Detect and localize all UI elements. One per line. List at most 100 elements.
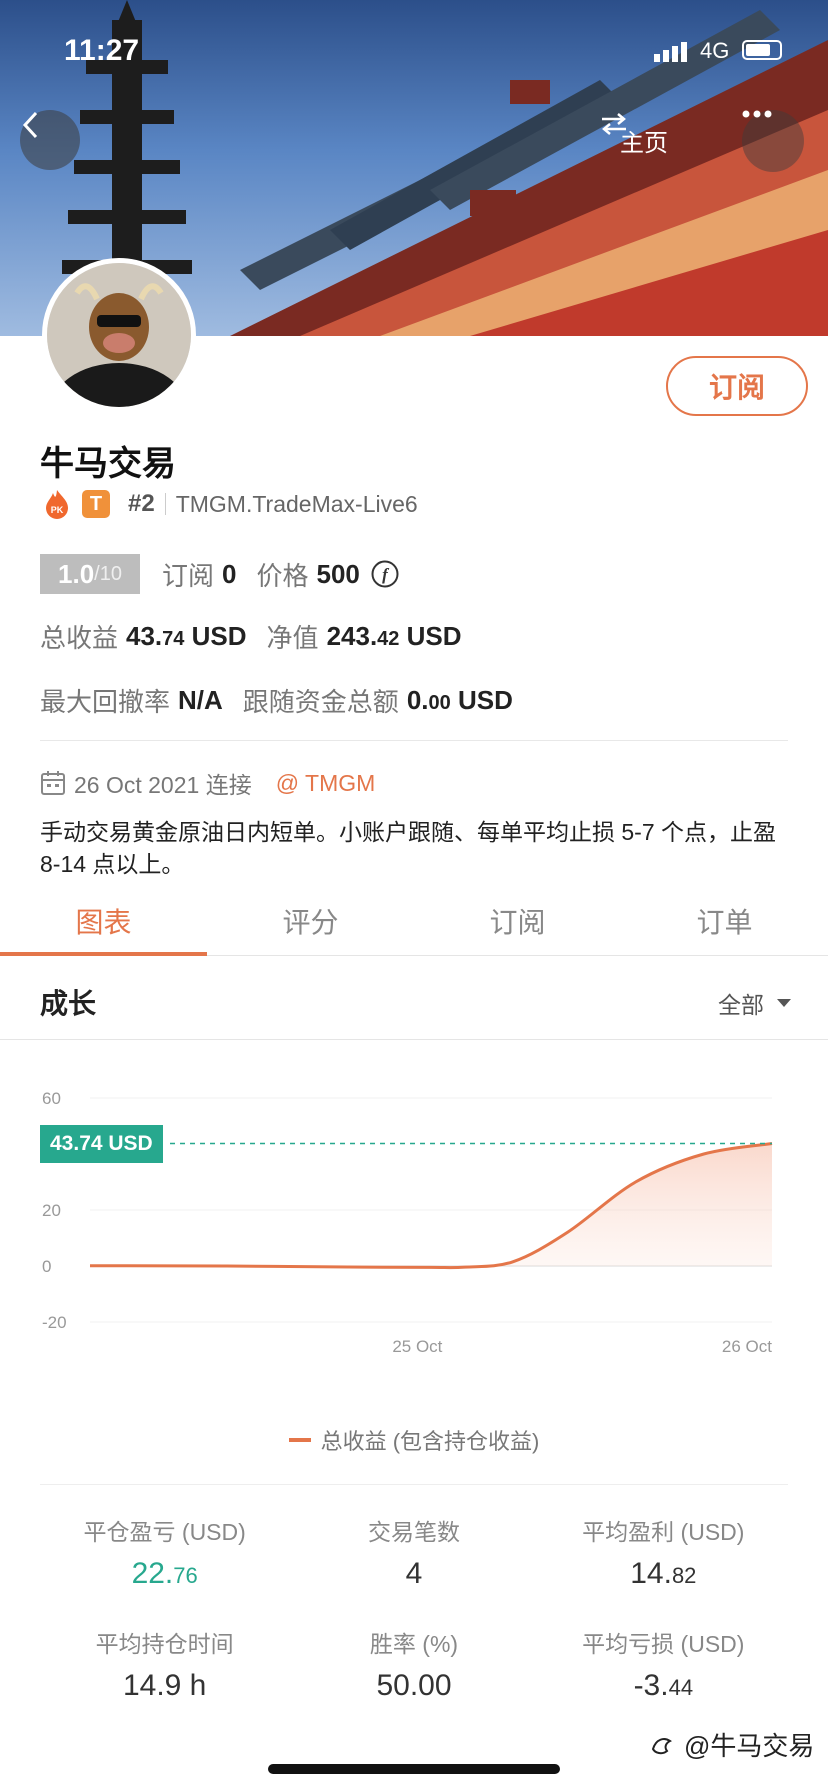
series-area bbox=[90, 1143, 772, 1268]
stats-grid: 平仓盈亏 (USD) 22.76 交易笔数 4 平均盈利 (USD) 14.82 平均持仓时… bbox=[40, 1513, 788, 1703]
stat-value-int: -3. bbox=[633, 1669, 669, 1702]
drawdown-label: 最大回撤率 bbox=[40, 687, 171, 717]
stat-value-dec: 44 bbox=[668, 1675, 694, 1700]
more-button[interactable] bbox=[742, 110, 804, 172]
avatar[interactable] bbox=[42, 258, 196, 412]
equity-label: 净值 bbox=[266, 623, 319, 653]
x-tick-label: 25 Oct bbox=[392, 1337, 442, 1356]
value-tooltip: 43.74 USD bbox=[40, 1124, 163, 1163]
equity-unit: USD bbox=[399, 621, 462, 651]
stats-panel: 平仓盈亏 (USD) 22.76 交易笔数 4 平均盈利 (USD) 14.82 平均持仓时… bbox=[40, 1484, 788, 1703]
pk-fire-icon: PK bbox=[46, 490, 68, 519]
y-tick-label: 0 bbox=[42, 1257, 51, 1276]
x-tick-label: 26 Oct bbox=[722, 1337, 772, 1356]
connected-date: 26 Oct 2021 连接 bbox=[74, 772, 252, 798]
signal-icon bbox=[654, 42, 687, 62]
switch-icon bbox=[602, 113, 626, 135]
trader-name: 牛马交易 bbox=[40, 445, 176, 483]
rank-label: #2 bbox=[128, 490, 155, 517]
coin-icon: f bbox=[371, 560, 399, 588]
svg-text:PK: PK bbox=[51, 505, 64, 515]
stat-value-int: 14.9 h bbox=[122, 1669, 207, 1702]
battery-icon bbox=[742, 40, 782, 60]
profile-tabs: 图表 评分 订阅 订单 bbox=[0, 886, 828, 956]
stat-item: 平均持仓时间 14.9 h bbox=[40, 1625, 289, 1703]
price-label: 价格 bbox=[256, 560, 309, 591]
total-profit-value: 43.74 USD bbox=[126, 621, 247, 652]
stat-value-int: 4 bbox=[405, 1557, 423, 1590]
stat-item: 交易笔数 4 bbox=[289, 1513, 538, 1591]
equity-int: 243. bbox=[326, 621, 378, 651]
avatar-image bbox=[47, 263, 191, 407]
connection-info: 26 Oct 2021 连接 @ TMGM bbox=[40, 766, 375, 800]
follow-int: 0. bbox=[406, 685, 429, 715]
stat-label: 平均持仓时间 bbox=[95, 1631, 234, 1657]
stat-value: 22.76 bbox=[40, 1557, 289, 1591]
range-filter-label: 全部 bbox=[718, 992, 764, 1018]
calendar-icon bbox=[41, 771, 65, 795]
broker-link[interactable]: @ TMGM bbox=[276, 770, 376, 797]
stat-value: 50.00 bbox=[289, 1669, 538, 1703]
subscribe-button[interactable]: 订阅 bbox=[666, 356, 808, 416]
follow-dec: 00 bbox=[428, 692, 451, 714]
total-profit-int: 43. bbox=[126, 621, 163, 651]
account-label: TMGM.TradeMax-Live6 bbox=[175, 490, 418, 517]
status-time: 11:27 bbox=[64, 34, 140, 67]
tab-subscription[interactable]: 订阅 bbox=[414, 886, 621, 955]
badge-divider bbox=[164, 493, 166, 515]
stat-label: 交易笔数 bbox=[367, 1519, 460, 1545]
total-profit-dec: 74 bbox=[162, 628, 185, 650]
tab-orders[interactable]: 订单 bbox=[621, 886, 828, 955]
section-title: 成长 bbox=[40, 988, 97, 1019]
trader-badges: PK T #2 TMGM.TradeMax-Live6 bbox=[42, 486, 418, 522]
back-button[interactable] bbox=[20, 110, 80, 170]
tier-badge: T bbox=[82, 490, 110, 518]
stat-value-dec: 76 bbox=[173, 1563, 198, 1588]
follow-unit: USD bbox=[450, 685, 513, 715]
growth-chart: 60 20 0 -20 25 Oct 26 Oct 43.74 USD bbox=[40, 1070, 788, 1390]
chevron-left-icon bbox=[22, 111, 38, 139]
stat-value: 14.9 h bbox=[40, 1669, 289, 1703]
home-button[interactable]: 主页 bbox=[600, 112, 688, 168]
more-dots-icon bbox=[742, 110, 772, 118]
stat-item: 平均亏损 (USD) -3.44 bbox=[539, 1625, 788, 1703]
tab-chart[interactable]: 图表 bbox=[0, 886, 207, 956]
subscriber-count-label: 订阅 bbox=[162, 560, 215, 591]
legend-label: 总收益 (包含持仓收益) bbox=[320, 1429, 540, 1454]
stat-value-int: 22. bbox=[131, 1557, 174, 1590]
stat-label: 平仓盈亏 (USD) bbox=[83, 1519, 246, 1545]
weibo-eye-icon bbox=[651, 1737, 672, 1754]
stat-label: 平均盈利 (USD) bbox=[582, 1519, 745, 1545]
home-indicator bbox=[268, 1764, 560, 1774]
price-value: 500 bbox=[316, 558, 360, 589]
growth-header: 成长 全部 bbox=[0, 960, 828, 1040]
stat-item: 胜率 (%) 50.00 bbox=[289, 1625, 538, 1703]
watermark: @牛马交易 bbox=[650, 1726, 814, 1763]
score-value: 1.0 bbox=[58, 558, 95, 589]
equity-dec: 42 bbox=[377, 628, 400, 650]
equity-value: 243.42 USD bbox=[327, 621, 462, 652]
tab-rating[interactable]: 评分 bbox=[207, 886, 414, 955]
y-tick-label: -20 bbox=[42, 1313, 67, 1332]
profit-row: 总收益 43.74 USD 净值 243.42 USD bbox=[40, 618, 482, 655]
stat-value: 4 bbox=[289, 1557, 538, 1591]
total-profit-unit: USD bbox=[184, 621, 247, 651]
stat-label: 平均亏损 (USD) bbox=[582, 1631, 745, 1657]
watermark-label: @牛马交易 bbox=[684, 1731, 815, 1761]
stat-item: 平均盈利 (USD) 14.82 bbox=[539, 1513, 788, 1591]
score-max: /10 bbox=[94, 562, 122, 585]
svg-text:f: f bbox=[382, 565, 390, 584]
subscriber-count: 0 bbox=[222, 558, 237, 589]
range-filter[interactable]: 全部 bbox=[718, 986, 792, 1020]
stat-item: 平仓盈亏 (USD) 22.76 bbox=[40, 1513, 289, 1591]
stat-value-dec: 82 bbox=[671, 1563, 697, 1588]
status-bar: 11:27 4G bbox=[0, 30, 828, 70]
network-type: 4G bbox=[700, 38, 730, 63]
growth-chart-plot: 60 20 0 -20 25 Oct 26 Oct bbox=[42, 1089, 772, 1356]
follow-funds-value: 0.00 USD bbox=[407, 685, 513, 716]
strategy-description: 手动交易黄金原油日内短单。小账户跟随、每单平均止损 5-7 个点，止盈 8-14… bbox=[40, 819, 777, 877]
follow-funds-label: 跟随资金总额 bbox=[242, 687, 399, 717]
drawdown-value: N/A bbox=[178, 685, 223, 715]
info-divider bbox=[40, 740, 788, 741]
legend-swatch bbox=[288, 1438, 311, 1442]
